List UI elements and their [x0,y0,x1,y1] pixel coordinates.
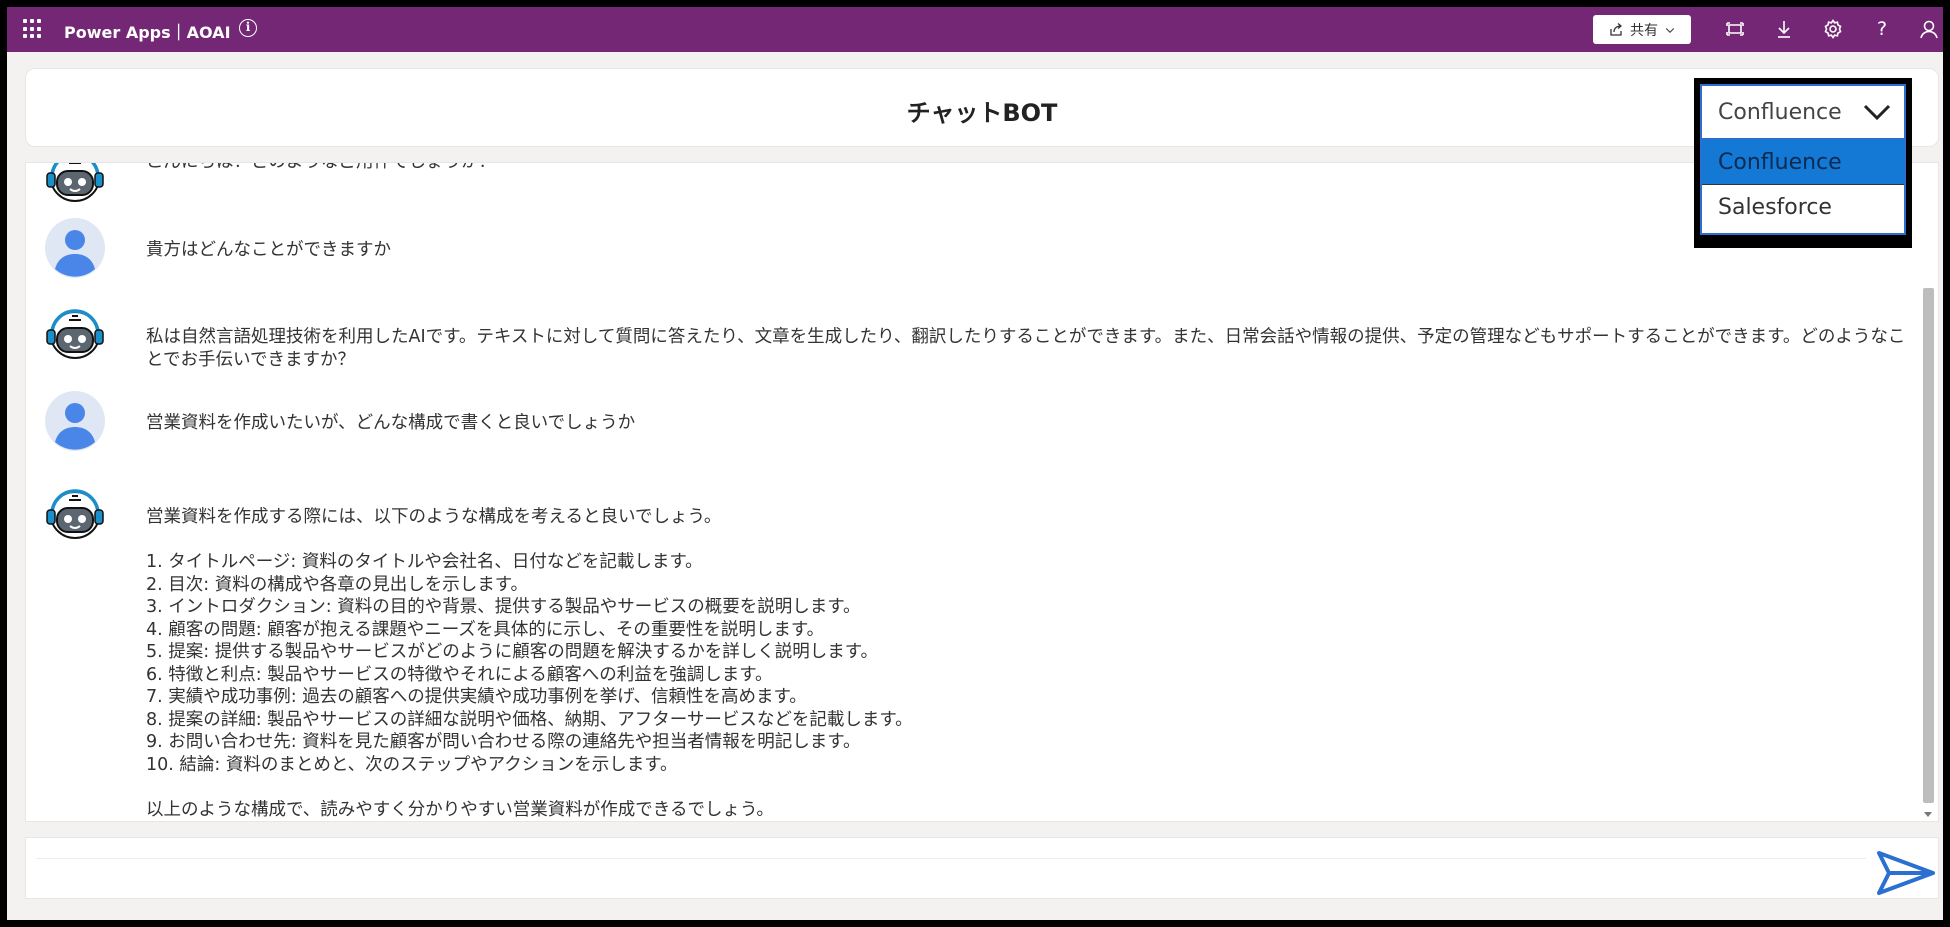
user-icon[interactable] [1918,18,1940,40]
info-icon[interactable]: i [239,19,257,37]
top-bar: Power Apps｜AOAI i 共有 ? [7,7,1943,52]
header-card: チャットBOT [25,68,1939,147]
chat-scrollbar[interactable] [1923,288,1934,803]
message-text: こんにちは！どのようなご用件でしょうか？ [146,162,496,172]
dropdown-option-confluence[interactable]: Confluence [1702,140,1904,185]
waffle-icon[interactable] [23,19,43,39]
message-text: 貴方はどんなことができますか [146,240,391,260]
page-title: チャットBOT [906,99,1058,127]
chat-history[interactable]: こんにちは！どのようなご用件でしょうか？ 貴方はどんなことができますか 私は自然… [25,162,1939,822]
robot-avatar-icon [46,489,104,539]
download-icon[interactable] [1773,18,1795,40]
fit-screen-icon[interactable] [1724,18,1746,40]
scroll-down-icon[interactable] [1924,812,1932,817]
message-input[interactable] [36,858,1866,894]
message-text: 私は自然言語処理技術を利用したAIです。テキストに対して質問に答えたり、文章を生… [146,327,1906,370]
dropdown-option-salesforce[interactable]: Salesforce [1702,185,1904,230]
composer [25,837,1939,899]
share-icon [1610,22,1623,36]
source-dropdown-select[interactable]: Confluence [1700,84,1906,140]
app-window: Power Apps｜AOAI i 共有 ? チャットBOT こんにちは！どのよ… [0,0,1950,927]
source-dropdown-list: Confluence Salesforce [1700,140,1906,235]
robot-avatar-icon [46,163,104,202]
chevron-down-icon [1665,27,1675,33]
chevron-down-icon [1863,104,1891,121]
message-text: 営業資料を作成する際には、以下のような構成を考えると良いでしょう。 1. タイト… [146,507,913,820]
settings-icon[interactable] [1822,18,1844,40]
share-label: 共有 [1630,22,1658,39]
source-dropdown-value: Confluence [1718,99,1842,125]
share-button[interactable]: 共有 [1593,15,1691,44]
message-text: 営業資料を作成いたいが、どんな構成で書くと良いでしょうか [146,413,636,433]
send-icon[interactable] [1873,849,1937,897]
user-avatar-icon [45,391,105,451]
robot-avatar-icon [46,309,104,359]
app-title: Power Apps｜AOAI [64,23,231,42]
user-avatar-icon [45,218,105,278]
source-dropdown: Confluence Confluence Salesforce [1694,78,1912,248]
help-icon[interactable]: ? [1871,18,1893,40]
